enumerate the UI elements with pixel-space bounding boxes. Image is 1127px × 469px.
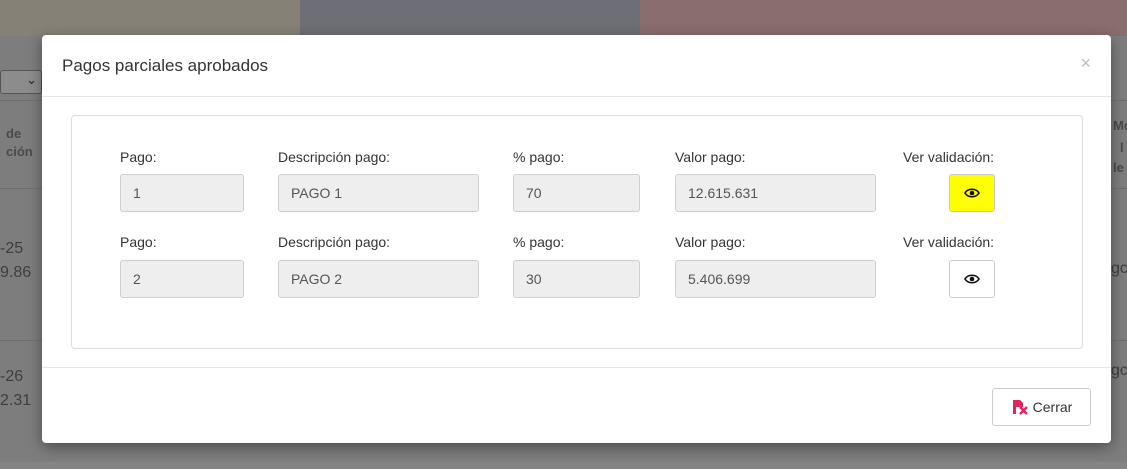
- label-porcentaje: % pago:: [513, 234, 565, 250]
- valor-field[interactable]: 12.615.631: [675, 174, 876, 212]
- descripcion-field[interactable]: PAGO 1: [278, 174, 479, 212]
- descripcion-field[interactable]: PAGO 2: [278, 260, 479, 298]
- payments-modal: Pagos parciales aprobados × Pago: Descri…: [42, 35, 1111, 443]
- eye-icon: [964, 274, 980, 284]
- close-icon[interactable]: ×: [1080, 53, 1091, 74]
- eye-icon: [964, 188, 980, 198]
- label-validacion: Ver validación:: [903, 149, 995, 165]
- modal-header: Pagos parciales aprobados ×: [42, 35, 1111, 97]
- backdrop-cell: -26: [0, 368, 24, 385]
- backdrop-col-header: Mo: [1113, 118, 1127, 133]
- chevron-down-icon: ⌄: [26, 72, 37, 87]
- backdrop-col-header: ción: [6, 144, 33, 159]
- backdrop-col-header: de: [6, 126, 22, 141]
- label-valor: Valor pago:: [675, 234, 746, 250]
- cerrar-button[interactable]: Cerrar: [992, 388, 1091, 426]
- payments-panel: Pago: Descripción pago: % pago: Valor pa…: [71, 115, 1083, 349]
- backdrop-col-header: l: [1120, 140, 1124, 155]
- backdrop-select: ⌄: [0, 70, 42, 94]
- backdrop-cell: 2.31: [0, 392, 32, 409]
- cerrar-label: Cerrar: [1032, 399, 1073, 415]
- file-x-icon: [1012, 400, 1028, 415]
- label-porcentaje: % pago:: [513, 149, 565, 165]
- backdrop-header: [0, 0, 1127, 36]
- backdrop-col-header: le: [1113, 160, 1124, 175]
- view-validation-button[interactable]: [949, 174, 995, 212]
- porcentaje-field[interactable]: 70: [513, 174, 640, 212]
- backdrop-cell: -25: [0, 240, 24, 257]
- backdrop-cell: gc: [1111, 260, 1127, 277]
- modal-footer: Cerrar: [42, 367, 1111, 444]
- valor-field[interactable]: 5.406.699: [675, 260, 876, 298]
- view-validation-button[interactable]: [949, 260, 995, 298]
- pago-field[interactable]: 1: [120, 174, 244, 212]
- backdrop-cell: 9.86: [0, 264, 32, 281]
- label-pago: Pago:: [120, 234, 157, 250]
- pago-field[interactable]: 2: [120, 260, 244, 298]
- label-pago: Pago:: [120, 149, 157, 165]
- label-validacion: Ver validación:: [903, 234, 995, 250]
- modal-title: Pagos parciales aprobados: [62, 56, 269, 75]
- backdrop-cell: gc: [1111, 362, 1127, 379]
- porcentaje-field[interactable]: 30: [513, 260, 640, 298]
- label-descripcion: Descripción pago:: [278, 234, 391, 250]
- label-descripcion: Descripción pago:: [278, 149, 391, 165]
- label-valor: Valor pago:: [675, 149, 746, 165]
